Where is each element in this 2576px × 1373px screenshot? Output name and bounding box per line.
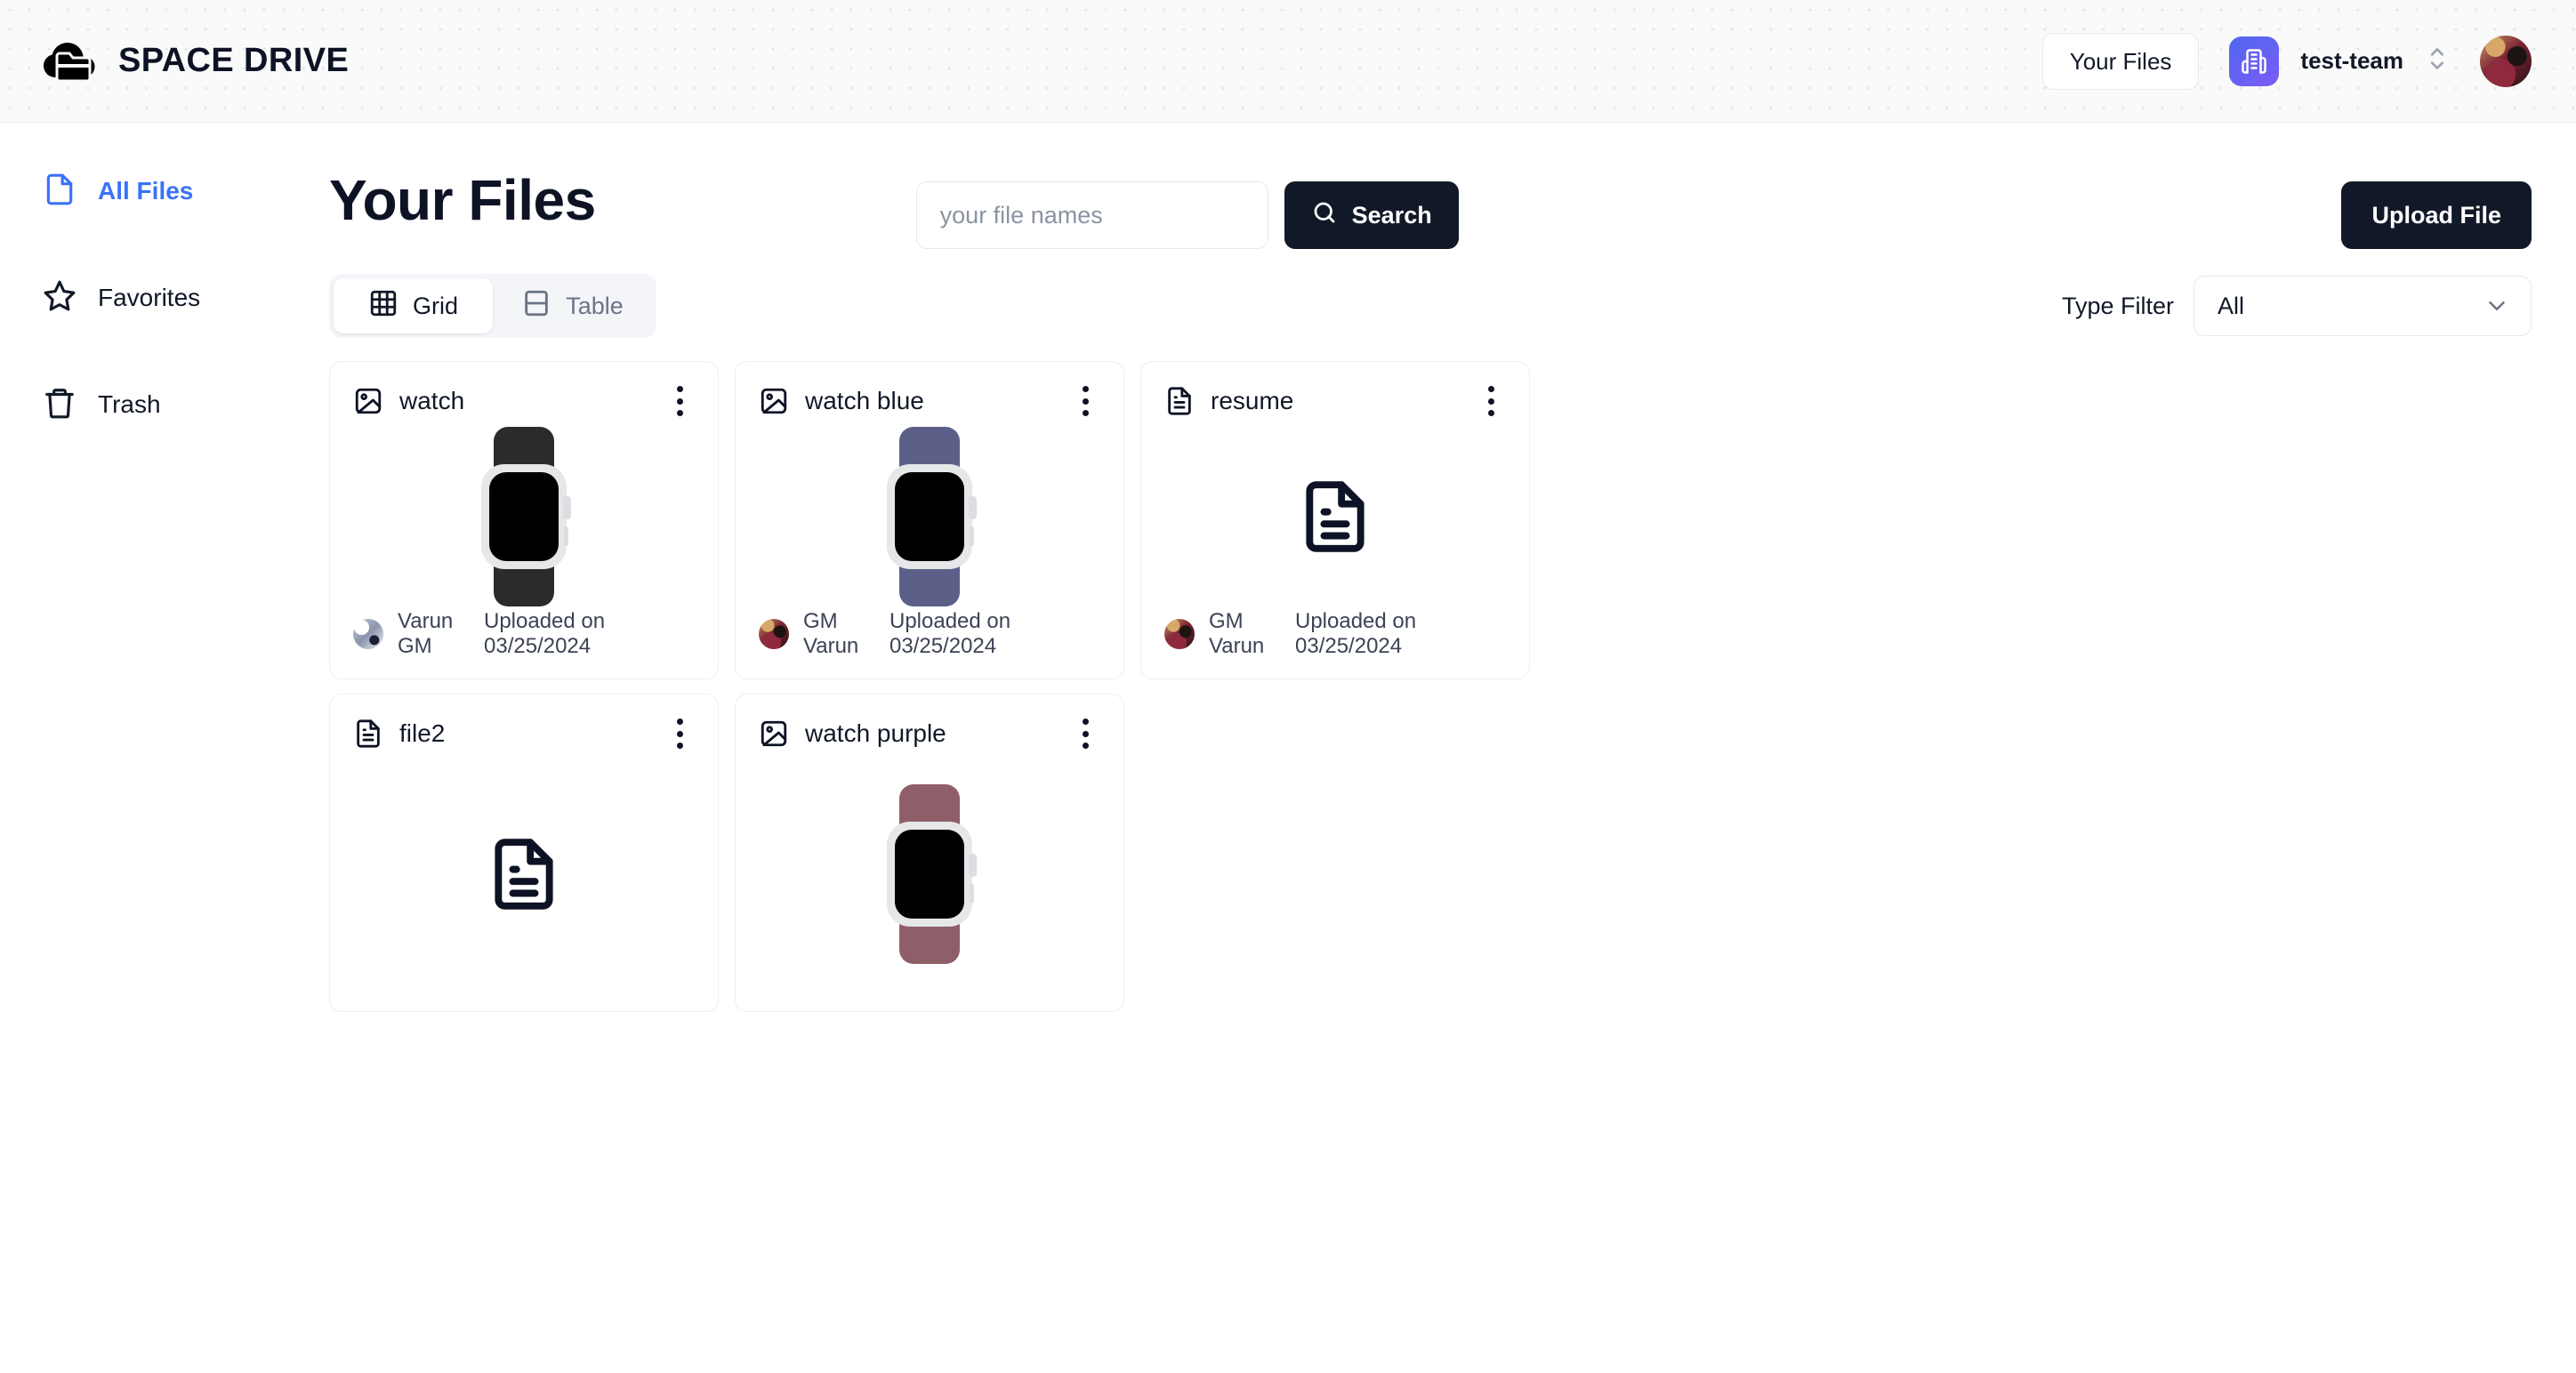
brand-name: SPACE DRIVE [118,42,350,79]
file-name: resume [1211,387,1294,414]
team-switcher[interactable]: test-team [2229,36,2450,86]
view-option-label: Table [566,292,624,319]
file-text-icon [1164,386,1195,416]
app-body: All Files Favorites Trash Your Files you… [0,123,2576,1373]
file-card-header: watch blue [759,383,1100,419]
file-thumbnail [353,419,695,609]
document-icon [486,836,562,912]
sidebar-item-label: Favorites [98,284,201,311]
file-grid: watch Varun GM Uploaded on 03/25/2024 wa… [329,361,2532,1012]
search-button[interactable]: Search [1284,181,1459,249]
image-icon [759,719,789,749]
upload-date: Uploaded on 03/25/2024 [890,609,1011,658]
uploader-name: GM Varun [1209,609,1265,658]
file-thumbnail [759,751,1100,992]
file-thumbnail [759,419,1100,609]
main-header-row: Your Files Search Upload File [329,158,2532,249]
file-card-footer: GM Varun Uploaded on 03/25/2024 [1164,609,1506,659]
avatar [353,619,383,649]
kebab-menu-icon[interactable] [1070,383,1100,419]
sidebar-item-all-files[interactable]: All Files [43,165,329,217]
file-card-header: resume [1164,383,1506,419]
file-card-header: file2 [353,716,695,751]
kebab-menu-icon[interactable] [664,716,695,751]
uploader-name: GM Varun [803,609,859,658]
file-thumbnail [1164,419,1506,609]
trash-icon [43,386,76,424]
type-filter-label: Type Filter [2061,292,2174,319]
search-button-label: Search [1351,201,1432,229]
sidebar-item-favorites[interactable]: Favorites [43,272,329,324]
upload-date: Uploaded on 03/25/2024 [484,609,606,658]
star-icon [43,279,76,317]
main-content: Your Files Search Upload File [329,123,2576,1373]
file-name: watch blue [805,387,924,414]
chevrons-up-down-icon[interactable] [2425,41,2450,81]
cloud-folder-icon [40,36,99,86]
page-title: Your Files [329,168,596,232]
kebab-menu-icon[interactable] [1070,716,1100,751]
avatar [759,619,789,649]
your-files-button[interactable]: Your Files [2041,32,2200,90]
building-icon [2229,36,2280,86]
app-header: SPACE DRIVE Your Files test-team [0,0,2576,123]
uploader-name: Varun GM [398,609,454,658]
toolbar-row: Grid Table Type Filter All [329,274,2532,338]
file-card-footer: GM Varun Uploaded on 03/25/2024 [759,609,1100,659]
file-card[interactable]: resume GM Varun Uploaded on 03/25/2024 [1140,361,1530,679]
file-card[interactable]: watch blue GM Varun Uploaded on 03/25/20… [735,361,1124,679]
type-filter-select[interactable]: All [2194,276,2532,336]
table-icon [521,288,551,325]
file-thumbnail [353,751,695,992]
search-area: Search [915,181,1459,249]
image-icon [353,386,383,416]
file-card-header: watch purple [759,716,1100,751]
smartwatch-illustration [481,427,571,606]
file-card[interactable]: file2 [329,694,719,1012]
upload-file-button[interactable]: Upload File [2341,181,2532,249]
file-card[interactable]: watch purple [735,694,1124,1012]
view-option-label: Grid [412,292,458,319]
upload-date: Uploaded on 03/25/2024 [1295,609,1417,658]
smartwatch-illustration [887,784,977,964]
file-card-footer: Varun GM Uploaded on 03/25/2024 [353,609,695,659]
search-input[interactable] [915,181,1268,249]
brand: SPACE DRIVE [40,36,349,86]
type-filter-group: Type Filter All [2062,276,2532,336]
kebab-menu-icon[interactable] [664,383,695,419]
header-actions: Your Files test-team [2041,32,2532,90]
view-option-grid[interactable]: Grid [334,278,493,333]
grid-icon [368,288,398,325]
file-text-icon [353,719,383,749]
file-card[interactable]: watch Varun GM Uploaded on 03/25/2024 [329,361,719,679]
view-toggle: Grid Table [329,274,656,338]
document-icon [1297,478,1373,555]
view-option-table[interactable]: Table [493,278,652,333]
search-icon [1311,199,1338,232]
sidebar: All Files Favorites Trash [0,123,329,1373]
sidebar-item-label: All Files [98,177,194,205]
image-icon [759,386,789,416]
file-card-header: watch [353,383,695,419]
smartwatch-illustration [887,427,977,606]
sidebar-item-label: Trash [98,390,161,418]
sidebar-item-trash[interactable]: Trash [43,379,329,430]
file-icon [43,173,76,211]
file-name: watch [399,387,465,414]
team-name: test-team [2300,47,2403,74]
type-filter-select-wrap: All [2194,276,2532,336]
user-avatar[interactable] [2480,35,2532,87]
kebab-menu-icon[interactable] [1476,383,1506,419]
file-name: watch purple [805,719,946,747]
file-name: file2 [399,719,446,747]
avatar [1164,619,1195,649]
